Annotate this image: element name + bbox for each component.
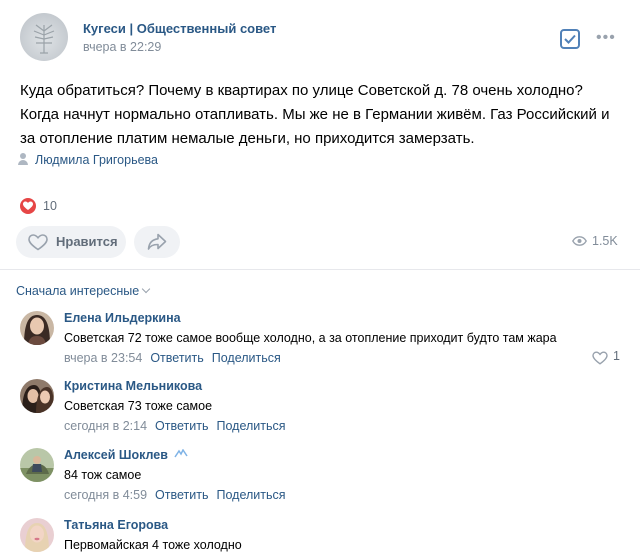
avatar[interactable]: [20, 518, 54, 552]
comment-meta: сегодня в 4:59 Ответить Поделиться: [64, 488, 286, 502]
comments-sort-label[interactable]: Сначала интересные: [16, 284, 139, 298]
comment-author[interactable]: Елена Ильдеркина: [64, 311, 181, 325]
comment-meta: вчера в 23:54 Ответить Поделиться: [64, 351, 281, 365]
comment-author[interactable]: Алексей Шоклев: [64, 448, 188, 462]
avatar[interactable]: [20, 448, 54, 482]
reply-button[interactable]: Ответить: [155, 419, 208, 433]
share-arrow-icon: [147, 233, 167, 250]
post-time[interactable]: вчера в 22:29: [83, 40, 161, 54]
chevron-down-icon: [141, 284, 151, 294]
post-text-line: Куда обратиться? Почему в квартирах по у…: [20, 82, 583, 99]
user-icon: [18, 153, 28, 165]
comment-meta: сегодня в 2:14 Ответить Поделиться: [64, 419, 286, 433]
decoration-icon: [174, 448, 188, 458]
eye-icon: [572, 236, 587, 246]
share-button[interactable]: [134, 226, 180, 258]
post-text-line: за отопление платим немалые деньги, но п…: [20, 130, 475, 147]
comment-author[interactable]: Кристина Мельникова: [64, 379, 202, 393]
comment-author-name[interactable]: Алексей Шоклев: [64, 448, 168, 462]
reactions-count: 10: [43, 199, 57, 213]
comment-text: Советская 72 тоже самое вообще холодно, …: [64, 331, 557, 345]
comment-item: Елена Ильдеркина Советская 72 тоже самое…: [20, 311, 630, 377]
comment-like-count: 1: [613, 349, 620, 363]
comment-author[interactable]: Татьяна Егорова: [64, 518, 168, 532]
checkbox-icon[interactable]: [560, 29, 580, 49]
comment-text: Первомайская 4 тоже холодно: [64, 538, 242, 552]
share-comment-button[interactable]: Поделиться: [216, 419, 285, 433]
share-comment-button[interactable]: Поделиться: [216, 488, 285, 502]
divider: [0, 269, 640, 270]
post-header: Кугеси | Общественный совет вчера в 22:2…: [20, 13, 620, 63]
comments-sort-dropdown[interactable]: Сначала интересные: [16, 284, 151, 298]
heart-icon: [20, 198, 36, 214]
heart-outline-icon: [28, 234, 48, 251]
group-avatar[interactable]: [20, 13, 68, 61]
post-text-line: Когда начнут нормально отапливать. Мы же…: [20, 106, 610, 123]
comment-text: Советская 73 тоже самое: [64, 399, 213, 413]
avatar[interactable]: [20, 311, 54, 345]
group-name[interactable]: Кугеси | Общественный совет: [83, 21, 276, 36]
reply-button[interactable]: Ответить: [155, 488, 208, 502]
comment-time[interactable]: вчера в 23:54: [64, 351, 142, 365]
comment-item: Кристина Мельникова Советская 73 тоже са…: [20, 379, 630, 445]
share-comment-button[interactable]: Поделиться: [212, 351, 281, 365]
reply-button[interactable]: Ответить: [150, 351, 203, 365]
views-count: 1.5K: [592, 234, 618, 248]
like-button[interactable]: Нравится: [16, 226, 126, 258]
comment-time[interactable]: сегодня в 4:59: [64, 488, 147, 502]
comment-item: Татьяна Егорова Первомайская 4 тоже холо…: [20, 518, 630, 560]
post-author-name[interactable]: Людмила Григорьева: [35, 153, 158, 167]
avatar[interactable]: [20, 379, 54, 413]
post-text: Куда обратиться? Почему в квартирах по у…: [20, 79, 625, 151]
heart-outline-icon: [592, 351, 608, 365]
like-button-label: Нравится: [56, 234, 118, 249]
comment-time[interactable]: сегодня в 2:14: [64, 419, 147, 433]
post-author[interactable]: Людмила Григорьева: [18, 153, 158, 167]
comment-text: 84 тож самое: [64, 468, 142, 482]
more-dots-icon[interactable]: •••: [596, 30, 616, 46]
comment-item: Алексей Шоклев 84 тож самое сегодня в 4:…: [20, 448, 630, 514]
